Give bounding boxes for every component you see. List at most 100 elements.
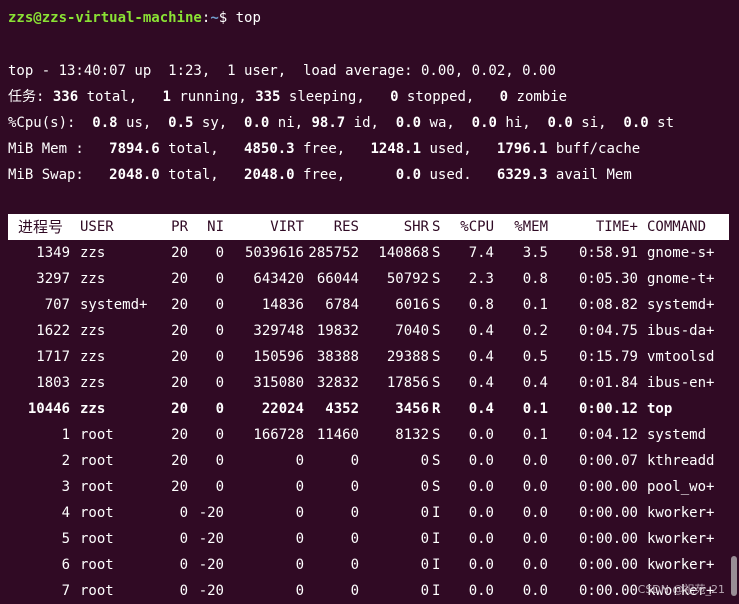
- cell-ni: 0: [215, 323, 224, 339]
- cell-shr: 0: [420, 531, 429, 547]
- cpu-us: 0.8: [92, 115, 118, 131]
- cell-shr: 0: [420, 505, 429, 521]
- table-row: 3297 zzs 20 0 643420 66044 50792 S 2.3 0.8 0:05.30…: [8, 266, 729, 292]
- cpu-st: 0.0: [623, 115, 649, 131]
- cell-mem: 0.0: [522, 583, 548, 599]
- cell-pr: 20: [171, 375, 188, 391]
- cell-time: 0:00.00: [578, 583, 638, 599]
- swap-used: 0.0: [395, 167, 422, 183]
- prompt-path: ~: [210, 10, 219, 26]
- cell-command: systemd: [647, 427, 707, 443]
- cell-cpu: 0.0: [468, 531, 494, 547]
- cell-state: I: [432, 531, 441, 547]
- cell-mem: 3.5: [522, 245, 548, 261]
- cell-cpu: 0.0: [468, 427, 494, 443]
- cell-mem: 0.0: [522, 531, 548, 547]
- column-header-mem: %MEM: [514, 219, 548, 235]
- prompt-command: top: [235, 10, 261, 26]
- cell-virt: 0: [295, 531, 304, 547]
- cell-shr: 0: [420, 479, 429, 495]
- cell-state: I: [432, 557, 441, 573]
- column-header-state: S: [432, 219, 441, 235]
- cell-cpu: 0.8: [468, 297, 494, 313]
- cell-pr: 20: [171, 453, 188, 469]
- tasks-running-label: running,: [170, 89, 256, 105]
- cell-virt: 166728: [253, 427, 304, 443]
- cell-user: root: [80, 453, 114, 469]
- cell-time: 0:58.91: [578, 245, 638, 261]
- cell-res: 38388: [316, 349, 359, 365]
- tasks-line: 任务: 336 total, 1 running, 335 sleeping, …: [8, 84, 567, 110]
- cell-virt: 22024: [261, 401, 304, 417]
- cell-command: systemd+: [647, 297, 715, 313]
- cell-command: gnome-t+: [647, 271, 715, 287]
- cpu-wa: 0.0: [395, 115, 422, 131]
- cell-res: 66044: [316, 271, 359, 287]
- cell-user: root: [80, 427, 114, 443]
- cell-time: 0:00.12: [578, 401, 638, 417]
- column-header-command: COMMAND: [647, 219, 707, 235]
- table-row: 5 root 0 -20 0 0 0 I 0.0 0.0 0:00.00 kworker+: [8, 526, 729, 552]
- cell-pid: 707: [44, 297, 70, 313]
- cell-shr: 8132: [395, 427, 429, 443]
- cell-shr: 0: [420, 453, 429, 469]
- cell-pr: 0: [179, 583, 188, 599]
- cell-shr: 0: [420, 583, 429, 599]
- scrollbar-thumb[interactable]: [731, 556, 737, 596]
- cell-pid: 6: [61, 557, 70, 573]
- cpu-st-label: st: [648, 115, 675, 131]
- cell-cpu: 0.4: [468, 323, 494, 339]
- process-table-header[interactable]: 进程号 USER PR NI VIRT RES SHR S %CPU %MEM TIME+ COMMA…: [8, 214, 729, 240]
- cpu-ni-label: ni,: [269, 115, 312, 131]
- cell-user: zzs: [80, 245, 106, 261]
- cell-pid: 7: [61, 583, 70, 599]
- cell-ni: 0: [215, 401, 224, 417]
- cell-res: 4352: [325, 401, 359, 417]
- terminal-window[interactable]: zzs@zzs-virtual-machine:~$ top top - 13:…: [0, 0, 739, 603]
- table-row: 7 root 0 -20 0 0 0 I 0.0 0.0 0:00.00 kworker+: [8, 578, 729, 604]
- cpu-ni: 0.0: [244, 115, 270, 131]
- cell-user: root: [80, 531, 114, 547]
- cpu-wa-label: wa,: [421, 115, 472, 131]
- cell-ni: -20: [198, 505, 224, 521]
- cell-virt: 14836: [261, 297, 304, 313]
- mem-buff: 1796.1: [496, 141, 548, 157]
- cell-mem: 0.1: [522, 401, 548, 417]
- cell-pid: 1622: [36, 323, 70, 339]
- column-header-virt: VIRT: [270, 219, 304, 235]
- cell-pr: 20: [171, 401, 188, 417]
- cell-user: zzs: [80, 323, 106, 339]
- cell-pr: 20: [171, 297, 188, 313]
- cell-res: 32832: [316, 375, 359, 391]
- cell-state: S: [432, 453, 441, 469]
- column-header-pid: 进程号: [18, 218, 64, 236]
- cell-virt: 0: [295, 453, 304, 469]
- cell-pid: 1349: [36, 245, 70, 261]
- cell-user: zzs: [80, 401, 106, 417]
- cell-state: S: [432, 427, 441, 443]
- cell-virt: 0: [295, 505, 304, 521]
- cell-command: kworker+: [647, 557, 715, 573]
- cell-cpu: 7.4: [468, 245, 494, 261]
- cell-pid: 1803: [36, 375, 70, 391]
- swap-line: MiB Swap: 2048.0 total, 2048.0 free, 0.0…: [8, 162, 632, 188]
- cell-user: zzs: [80, 375, 106, 391]
- mem-used-label: used,: [421, 141, 497, 157]
- column-header-user: USER: [80, 219, 114, 235]
- cell-res: 11460: [316, 427, 359, 443]
- mem-free: 4850.3: [244, 141, 295, 157]
- cell-res: 0: [350, 505, 359, 521]
- cell-mem: 0.0: [522, 479, 548, 495]
- table-row: 10446 zzs 20 0 22024 4352 3456 R 0.4 0.1 0:00.12 to…: [8, 396, 729, 422]
- mem-total: 7894.6: [109, 141, 160, 157]
- cell-res: 19832: [316, 323, 359, 339]
- swap-label: MiB Swap:: [8, 167, 110, 183]
- cell-time: 0:01.84: [578, 375, 638, 391]
- cell-mem: 0.0: [522, 557, 548, 573]
- cpu-si-label: si,: [572, 115, 624, 131]
- table-row: 6 root 0 -20 0 0 0 I 0.0 0.0 0:00.00 kworker+: [8, 552, 729, 578]
- cell-command: top: [647, 401, 673, 417]
- cell-pid: 10446: [27, 401, 70, 417]
- cell-ni: 0: [215, 271, 224, 287]
- cell-ni: 0: [215, 375, 224, 391]
